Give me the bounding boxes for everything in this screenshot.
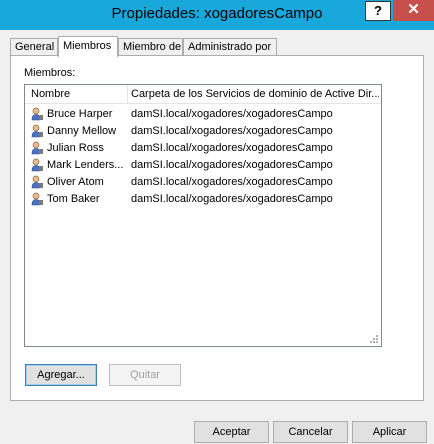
- table-row[interactable]: Tom Baker damSI.local/xogadores/xogadores…: [25, 191, 381, 208]
- member-name: Danny Mellow: [47, 125, 117, 137]
- tab-general[interactable]: General: [10, 38, 58, 55]
- member-folder: damSI.local/xogadores/xogadoresCampo: [131, 108, 333, 120]
- member-name: Tom Baker: [47, 193, 100, 205]
- member-name-cell: Danny Mellow: [31, 123, 131, 140]
- apply-button[interactable]: Aplicar: [352, 421, 427, 443]
- member-folder: damSI.local/xogadores/xogadoresCampo: [131, 125, 333, 137]
- table-row[interactable]: Danny Mellow damSI.local/xogadores/xogado…: [25, 123, 381, 140]
- members-label: Miembros:: [24, 67, 76, 79]
- user-icon: [31, 158, 43, 172]
- user-icon: [31, 192, 43, 206]
- help-button[interactable]: ?: [365, 1, 391, 21]
- user-icon: [31, 141, 43, 155]
- remove-button[interactable]: Quitar: [109, 364, 181, 386]
- column-header-nombre[interactable]: Nombre: [31, 85, 129, 103]
- member-name-cell: Julian Ross: [31, 140, 131, 157]
- user-icon: [31, 107, 43, 121]
- ok-button[interactable]: Aceptar: [194, 421, 269, 443]
- tab-administrado-por[interactable]: Administrado por: [183, 38, 277, 55]
- close-button[interactable]: ✕: [393, 0, 434, 21]
- tab-miembros[interactable]: Miembros: [58, 36, 118, 57]
- member-folder: damSI.local/xogadores/xogadoresCampo: [131, 176, 333, 188]
- column-header-carpeta[interactable]: Carpeta de los Servicios de dominio de A…: [131, 85, 379, 103]
- member-name-cell: Oliver Atom: [31, 174, 131, 191]
- member-name: Julian Ross: [47, 142, 104, 154]
- member-name-cell: Mark Lenders...: [31, 157, 131, 174]
- user-icon: [31, 175, 43, 189]
- tab-miembro-de[interactable]: Miembro de: [118, 38, 183, 55]
- add-button[interactable]: Agregar...: [25, 364, 97, 386]
- title-bar: Propiedades: xogadoresCampo ? ✕: [0, 0, 434, 30]
- member-folder: damSI.local/xogadores/xogadoresCampo: [131, 193, 333, 205]
- member-name: Bruce Harper: [47, 108, 113, 120]
- table-row[interactable]: Oliver Atom damSI.local/xogadores/xogador…: [25, 174, 381, 191]
- user-icon: [31, 124, 43, 138]
- member-name: Oliver Atom: [47, 176, 104, 188]
- member-folder: damSI.local/xogadores/xogadoresCampo: [131, 159, 333, 171]
- member-name-cell: Tom Baker: [31, 191, 131, 208]
- member-name-cell: Bruce Harper: [31, 106, 131, 123]
- table-row[interactable]: Mark Lenders... damSI.local/xogadores/xog…: [25, 157, 381, 174]
- member-name: Mark Lenders...: [47, 159, 124, 171]
- resize-grip-icon[interactable]: [369, 334, 379, 344]
- list-header: Nombre Carpeta de los Servicios de domin…: [25, 85, 381, 104]
- table-row[interactable]: Julian Ross damSI.local/xogadores/xogador…: [25, 140, 381, 157]
- table-row[interactable]: Bruce Harper damSI.local/xogadores/xogado…: [25, 106, 381, 123]
- column-divider[interactable]: [127, 85, 128, 103]
- cancel-button[interactable]: Cancelar: [273, 421, 348, 443]
- members-list[interactable]: Nombre Carpeta de los Servicios de domin…: [24, 84, 382, 347]
- member-folder: damSI.local/xogadores/xogadoresCampo: [131, 142, 333, 154]
